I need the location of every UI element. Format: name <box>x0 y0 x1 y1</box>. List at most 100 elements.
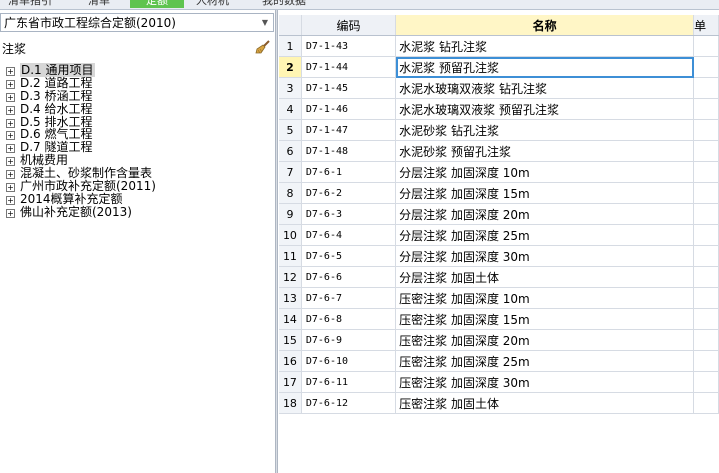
row-unit[interactable] <box>693 287 719 309</box>
expand-icon[interactable]: + <box>6 105 15 115</box>
table-row[interactable]: 8 D7-6-2 分层注浆 加固深度 15m <box>279 182 719 204</box>
table-row[interactable]: 15 D7-6-9 压密注浆 加固深度 20m <box>279 329 719 351</box>
table-row[interactable]: 3 D7-1-45 水泥水玻璃双液浆 钻孔注浆 <box>279 77 719 99</box>
expand-icon[interactable]: + <box>6 157 15 167</box>
table-row[interactable]: 5 D7-1-47 水泥砂浆 钻孔注浆 <box>279 119 719 141</box>
table-row[interactable]: 11 D7-6-5 分层注浆 加固深度 30m <box>279 245 719 267</box>
table-row[interactable]: 1 D7-1-43 水泥浆 钻孔注浆 <box>279 35 719 57</box>
table-row[interactable]: 14 D7-6-8 压密注浆 加固深度 15m <box>279 308 719 330</box>
table-row[interactable]: 7 D7-6-1 分层注浆 加固深度 10m <box>279 161 719 183</box>
row-index[interactable]: 6 <box>279 140 302 162</box>
row-code[interactable]: D7-6-6 <box>301 266 397 288</box>
row-name[interactable]: 压密注浆 加固深度 15m <box>395 308 695 330</box>
chevron-down-icon[interactable]: ▼ <box>259 14 271 31</box>
row-index[interactable]: 1 <box>279 35 302 57</box>
table-row[interactable]: 13 D7-6-7 压密注浆 加固深度 10m <box>279 287 719 309</box>
expand-icon[interactable]: + <box>6 170 15 180</box>
row-unit[interactable] <box>693 35 719 57</box>
row-code[interactable]: D7-1-43 <box>301 35 397 57</box>
row-name[interactable]: 压密注浆 加固深度 25m <box>395 350 695 372</box>
row-unit[interactable] <box>693 245 719 267</box>
tab-my-data[interactable]: 我的数据 <box>262 0 306 8</box>
tab-labor-material-machine[interactable]: 人材机 <box>196 0 229 8</box>
row-unit[interactable] <box>693 140 719 162</box>
row-index[interactable]: 2 <box>279 56 302 78</box>
row-unit[interactable] <box>693 266 719 288</box>
row-unit[interactable] <box>693 203 719 225</box>
search-input[interactable]: 注浆 <box>2 40 26 57</box>
row-name[interactable]: 水泥水玻璃双液浆 预留孔注浆 <box>395 98 695 120</box>
row-name[interactable]: 水泥浆 预留孔注浆 <box>395 56 695 78</box>
row-code[interactable]: D7-6-3 <box>301 203 397 225</box>
table-row[interactable]: 2 D7-1-44 水泥浆 预留孔注浆 <box>279 56 719 78</box>
row-code[interactable]: D7-6-1 <box>301 161 397 183</box>
tab-quota[interactable]: 定额 <box>130 0 184 8</box>
row-index[interactable]: 18 <box>279 392 302 414</box>
row-name[interactable]: 水泥砂浆 钻孔注浆 <box>395 119 695 141</box>
row-index[interactable]: 8 <box>279 182 302 204</box>
row-index[interactable]: 14 <box>279 308 302 330</box>
row-unit[interactable] <box>693 350 719 372</box>
row-code[interactable]: D7-1-45 <box>301 77 397 99</box>
row-unit[interactable] <box>693 161 719 183</box>
header-name[interactable]: 名称 <box>395 15 695 36</box>
row-index[interactable]: 7 <box>279 161 302 183</box>
row-name[interactable]: 压密注浆 加固深度 10m <box>395 287 695 309</box>
row-name[interactable]: 分层注浆 加固深度 30m <box>395 245 695 267</box>
expand-icon[interactable]: + <box>6 131 15 141</box>
row-code[interactable]: D7-1-47 <box>301 119 397 141</box>
row-unit[interactable] <box>693 77 719 99</box>
expand-icon[interactable]: + <box>6 208 15 218</box>
expand-icon[interactable]: + <box>6 79 15 89</box>
row-code[interactable]: D7-6-12 <box>301 392 397 414</box>
table-row[interactable]: 18 D7-6-12 压密注浆 加固土体 <box>279 392 719 414</box>
row-code[interactable]: D7-6-4 <box>301 224 397 246</box>
row-index[interactable]: 3 <box>279 77 302 99</box>
row-name[interactable]: 分层注浆 加固土体 <box>395 266 695 288</box>
row-code[interactable]: D7-6-10 <box>301 350 397 372</box>
library-select[interactable]: 广东省市政工程综合定额(2010) ▼ <box>0 13 274 32</box>
expand-icon[interactable]: + <box>6 144 15 154</box>
table-row[interactable]: 9 D7-6-3 分层注浆 加固深度 20m <box>279 203 719 225</box>
header-index[interactable] <box>279 15 302 36</box>
row-unit[interactable] <box>693 224 719 246</box>
row-name[interactable]: 分层注浆 加固深度 20m <box>395 203 695 225</box>
row-name[interactable]: 水泥浆 钻孔注浆 <box>395 35 695 57</box>
row-code[interactable]: D7-6-11 <box>301 371 397 393</box>
table-row[interactable]: 17 D7-6-11 压密注浆 加固深度 30m <box>279 371 719 393</box>
header-unit[interactable]: 单 <box>693 15 719 36</box>
row-name[interactable]: 分层注浆 加固深度 25m <box>395 224 695 246</box>
row-unit[interactable] <box>693 98 719 120</box>
row-unit[interactable] <box>693 119 719 141</box>
tree-item-foshan-supplement[interactable]: + 佛山补充定额(2013) <box>0 205 275 220</box>
row-index[interactable]: 15 <box>279 329 302 351</box>
row-index[interactable]: 17 <box>279 371 302 393</box>
row-name[interactable]: 压密注浆 加固土体 <box>395 392 695 414</box>
row-unit[interactable] <box>693 371 719 393</box>
table-row[interactable]: 4 D7-1-46 水泥水玻璃双液浆 预留孔注浆 <box>279 98 719 120</box>
expand-icon[interactable]: + <box>6 183 15 193</box>
row-code[interactable]: D7-6-5 <box>301 245 397 267</box>
row-index[interactable]: 12 <box>279 266 302 288</box>
row-code[interactable]: D7-6-2 <box>301 182 397 204</box>
table-row[interactable]: 16 D7-6-10 压密注浆 加固深度 25m <box>279 350 719 372</box>
row-code[interactable]: D7-1-46 <box>301 98 397 120</box>
header-code[interactable]: 编码 <box>301 15 397 36</box>
tab-list-guide[interactable]: 清单指引 <box>8 0 52 8</box>
row-unit[interactable] <box>693 392 719 414</box>
row-index[interactable]: 5 <box>279 119 302 141</box>
broom-clear-icon[interactable] <box>255 39 271 55</box>
row-index[interactable]: 10 <box>279 224 302 246</box>
expand-icon[interactable]: + <box>6 67 15 76</box>
row-name[interactable]: 水泥水玻璃双液浆 钻孔注浆 <box>395 77 695 99</box>
row-code[interactable]: D7-6-8 <box>301 308 397 330</box>
row-index[interactable]: 11 <box>279 245 302 267</box>
row-code[interactable]: D7-6-9 <box>301 329 397 351</box>
expand-icon[interactable]: + <box>6 195 15 205</box>
tab-list[interactable]: 清单 <box>88 0 110 8</box>
panel-splitter[interactable] <box>275 10 278 473</box>
row-code[interactable]: D7-1-48 <box>301 140 397 162</box>
row-index[interactable]: 13 <box>279 287 302 309</box>
table-row[interactable]: 12 D7-6-6 分层注浆 加固土体 <box>279 266 719 288</box>
row-unit[interactable] <box>693 308 719 330</box>
